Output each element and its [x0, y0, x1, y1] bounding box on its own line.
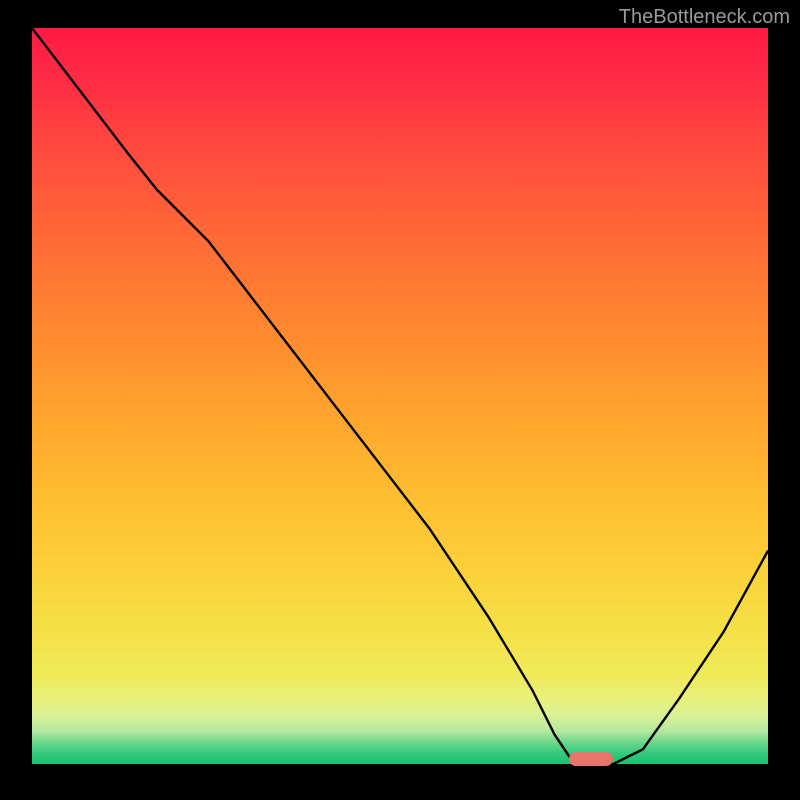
chart-plot-area	[32, 28, 768, 764]
bottleneck-line	[32, 28, 768, 764]
watermark-label: TheBottleneck.com	[619, 6, 790, 29]
minimum-marker	[569, 752, 613, 766]
